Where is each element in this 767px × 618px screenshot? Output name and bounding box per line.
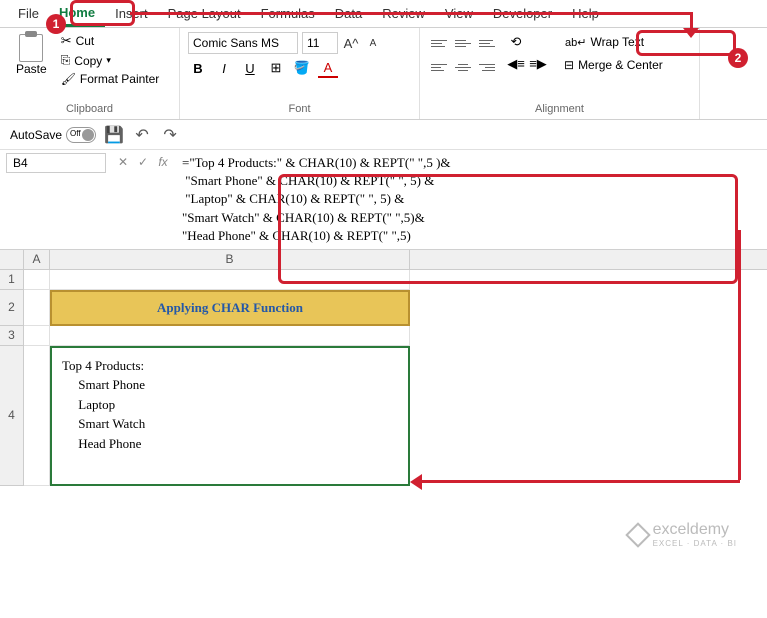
ribbon: Paste ✂Cut ⎘Copy▾ 🖌Format Painter Clipbo… <box>0 28 767 120</box>
underline-button[interactable]: U <box>240 58 260 78</box>
cell-a2[interactable] <box>24 290 50 326</box>
decrease-font-button[interactable]: A <box>364 32 382 54</box>
watermark: exceldemy EXCEL · DATA · BI <box>627 521 737 548</box>
formula-input[interactable]: ="Top 4 Products:" & CHAR(10) & REPT(" "… <box>174 150 767 249</box>
cell-a1[interactable] <box>24 270 50 290</box>
cell-a3[interactable] <box>24 326 50 346</box>
increase-font-button[interactable]: A^ <box>342 32 360 54</box>
cell-b3[interactable] <box>50 326 410 346</box>
bold-button[interactable]: B <box>188 58 208 78</box>
select-all-corner[interactable] <box>0 250 24 270</box>
undo-button[interactable]: ↶ <box>132 125 152 145</box>
enter-formula-button[interactable]: ✓ <box>134 153 152 171</box>
merge-icon: ⊟ <box>564 58 574 72</box>
worksheet: A B 1 2 3 4 Applying CHAR Function Top 4… <box>0 250 767 486</box>
increase-indent-button[interactable]: ≡▶ <box>528 54 548 74</box>
redo-button[interactable]: ↷ <box>160 125 180 145</box>
row-header-3[interactable]: 3 <box>0 326 23 346</box>
border-button[interactable]: ⊞ <box>266 58 286 78</box>
align-right-button[interactable] <box>476 56 498 78</box>
row-header-1[interactable]: 1 <box>0 270 23 290</box>
copy-button[interactable]: ⎘Copy▾ <box>59 52 162 69</box>
paste-label: Paste <box>16 62 47 76</box>
row-header-2[interactable]: 2 <box>0 290 23 326</box>
align-middle-button[interactable] <box>452 32 474 54</box>
font-color-button[interactable]: A <box>318 58 338 78</box>
align-left-button[interactable] <box>428 56 450 78</box>
font-name-select[interactable] <box>188 32 298 54</box>
font-size-select[interactable] <box>302 32 338 54</box>
badge-2: 2 <box>728 48 748 68</box>
quick-access-toolbar: AutoSave Off 💾 ↶ ↷ <box>0 120 767 150</box>
row-header-4[interactable]: 4 <box>0 346 23 486</box>
arrow-2-v <box>738 230 741 480</box>
name-box[interactable] <box>6 153 106 173</box>
cut-button[interactable]: ✂Cut <box>59 32 162 50</box>
watermark-icon <box>627 526 647 544</box>
format-painter-button[interactable]: 🖌Format Painter <box>59 71 162 87</box>
fill-color-button[interactable]: 🪣 <box>292 58 312 78</box>
group-font: A^ A B I U ⊞ 🪣 A Font <box>180 28 420 119</box>
italic-button[interactable]: I <box>214 58 234 78</box>
align-center-button[interactable] <box>452 56 474 78</box>
alignment-label: Alignment <box>428 101 691 117</box>
cell-b2[interactable]: Applying CHAR Function <box>50 290 410 326</box>
autosave-toggle[interactable]: AutoSave Off <box>10 127 96 143</box>
scissors-icon: ✂ <box>61 33 72 49</box>
arrow-1-h <box>130 12 690 15</box>
col-header-a[interactable]: A <box>24 250 50 269</box>
cell-b1[interactable] <box>50 270 410 290</box>
paste-icon <box>19 34 43 62</box>
decrease-indent-button[interactable]: ◀≡ <box>506 54 526 74</box>
col-header-b[interactable]: B <box>50 250 410 269</box>
arrow-2-h <box>420 480 740 483</box>
badge-1: 1 <box>46 14 66 34</box>
arrow-1-head <box>683 28 699 38</box>
toggle-icon: Off <box>66 127 96 143</box>
merge-center-button[interactable]: ⊟ Merge & Center <box>558 56 669 74</box>
formula-bar: ✕ ✓ fx ="Top 4 Products:" & CHAR(10) & R… <box>0 150 767 250</box>
group-clipboard: Paste ✂Cut ⎘Copy▾ 🖌Format Painter Clipbo… <box>0 28 180 119</box>
align-bottom-button[interactable] <box>476 32 498 54</box>
orientation-button[interactable]: ⟲ <box>506 32 526 52</box>
align-top-button[interactable] <box>428 32 450 54</box>
cell-a4[interactable] <box>24 346 50 486</box>
font-label: Font <box>188 101 411 117</box>
clipboard-label: Clipboard <box>8 101 171 117</box>
fx-button[interactable]: fx <box>154 153 172 171</box>
cell-b4[interactable]: Top 4 Products: Smart Phone Laptop Smart… <box>50 346 410 486</box>
wrap-text-button[interactable]: ab↵ Wrap Text <box>558 32 669 52</box>
brush-icon: 🖌 <box>61 72 76 86</box>
group-alignment: ⟲ ◀≡ ≡▶ ab↵ Wrap Text ⊟ Merge & Center A… <box>420 28 700 119</box>
paste-button[interactable]: Paste <box>8 32 55 101</box>
tab-file[interactable]: File <box>8 2 49 25</box>
arrow-2-head <box>410 474 422 490</box>
wrap-text-icon: ab↵ <box>565 36 586 49</box>
copy-icon: ⎘ <box>61 53 71 68</box>
save-button[interactable]: 💾 <box>104 125 124 145</box>
cancel-formula-button[interactable]: ✕ <box>114 153 132 171</box>
